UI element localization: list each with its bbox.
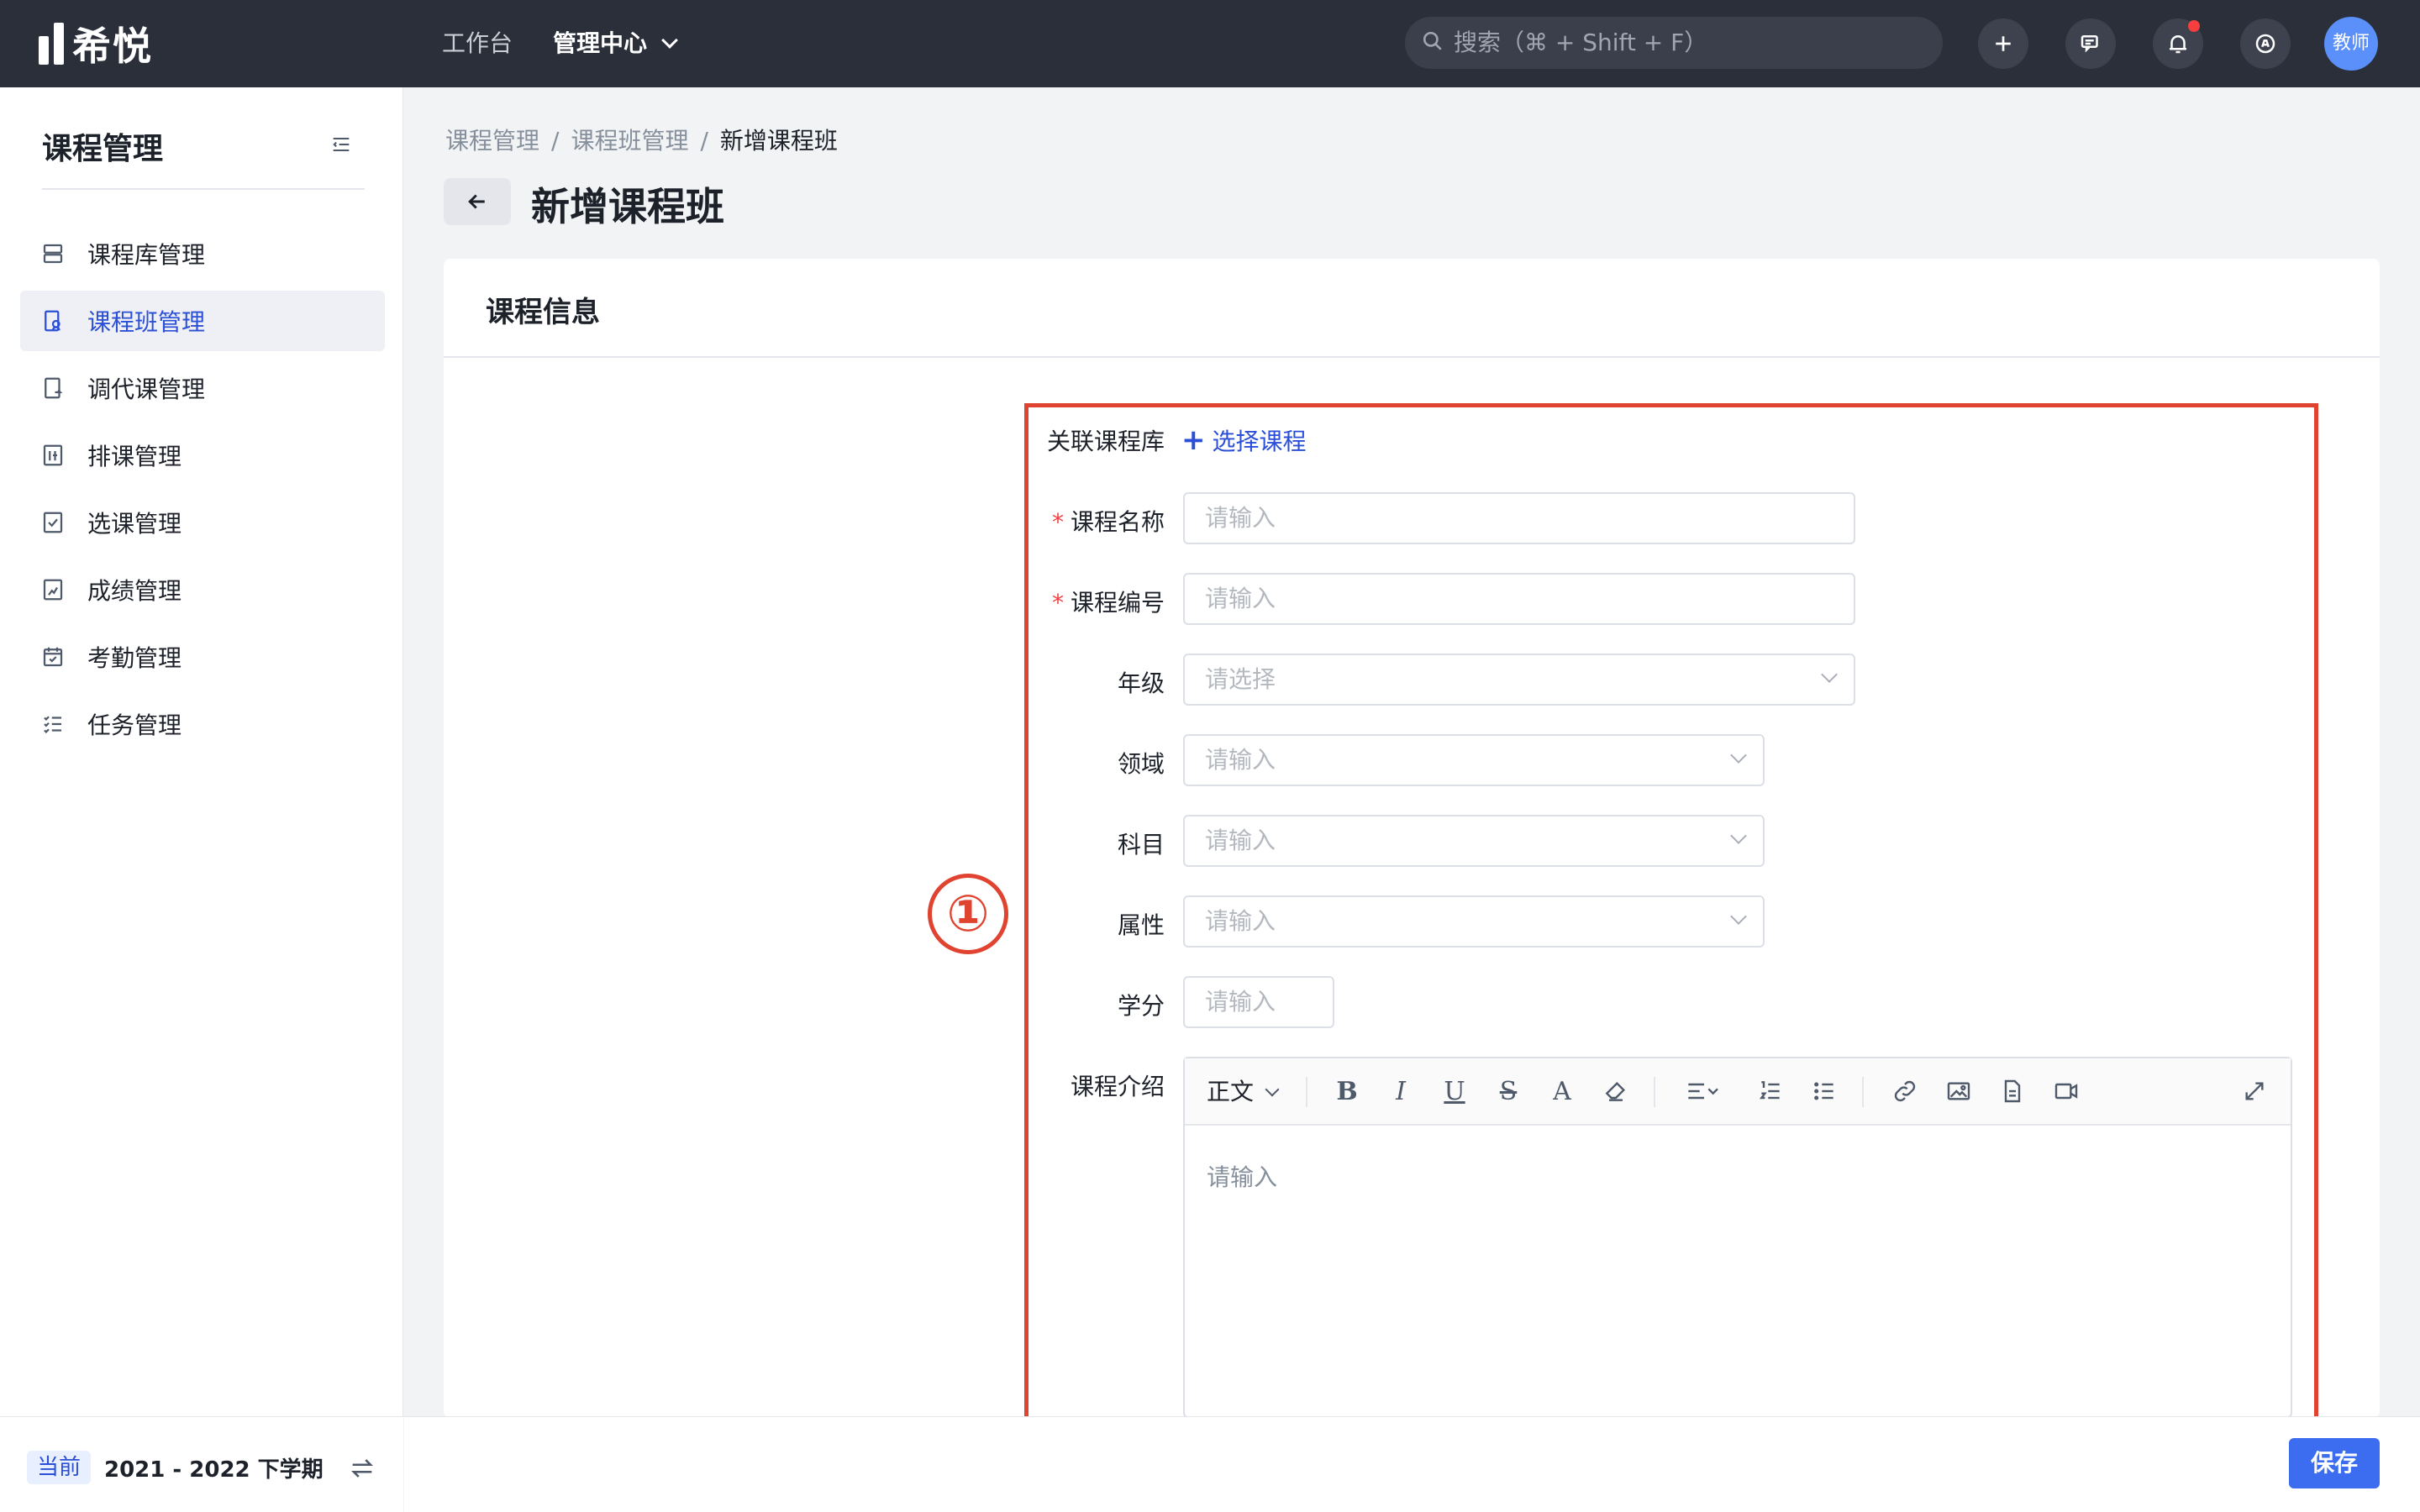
nav-workbench[interactable]: 工作台 bbox=[442, 24, 513, 64]
list-icon bbox=[43, 244, 63, 264]
sidebar-item-course-library[interactable]: 课程库管理 bbox=[20, 223, 385, 284]
sidebar-item-label: 排课管理 bbox=[87, 443, 182, 470]
search-input[interactable]: 搜索（⌘ + Shift + F） bbox=[1405, 17, 1943, 69]
notification-dot bbox=[2188, 20, 2200, 32]
swap-doc-icon bbox=[45, 377, 63, 399]
search-placeholder: 搜索（⌘ + Shift + F） bbox=[1454, 29, 1708, 56]
save-button[interactable]: 保存 bbox=[2289, 1438, 2380, 1488]
sidebar-item-substitute[interactable]: 调代课管理 bbox=[20, 358, 385, 418]
sidebar-title: 课程管理 bbox=[42, 132, 164, 166]
task-icon bbox=[44, 716, 61, 733]
nav-management-center[interactable]: 管理中心 bbox=[553, 24, 678, 64]
sidebar-item-label: 选课管理 bbox=[87, 510, 182, 538]
breadcrumb-item[interactable]: 课程管理 bbox=[445, 127, 539, 155]
app-logo[interactable]: 希悦 bbox=[39, 20, 153, 69]
sidebar: 课程管理 课程库管理 课程班管理 调代课管理 排课管理 选课管理 成绩管理 考勤… bbox=[0, 87, 403, 1512]
schedule-icon bbox=[43, 444, 63, 466]
plus-icon bbox=[1996, 36, 2011, 51]
arrow-left-icon bbox=[468, 194, 485, 209]
sidebar-item-scheduling[interactable]: 排课管理 bbox=[20, 425, 385, 486]
sidebar-item-attendance[interactable]: 考勤管理 bbox=[20, 627, 385, 687]
message-icon bbox=[2081, 35, 2098, 53]
sidebar-divider bbox=[42, 188, 365, 190]
logo-mark-icon bbox=[39, 23, 64, 65]
term-badge: 当前 bbox=[27, 1451, 92, 1484]
class-icon bbox=[45, 310, 60, 332]
sidebar-item-tasks[interactable]: 任务管理 bbox=[20, 694, 385, 754]
sidebar-item-label: 课程班管理 bbox=[87, 308, 206, 336]
messages-button[interactable] bbox=[2065, 18, 2116, 69]
sidebar-item-label: 课程库管理 bbox=[87, 241, 206, 269]
notifications-button[interactable] bbox=[2153, 18, 2203, 69]
sidebar-item-label: 考勤管理 bbox=[87, 644, 182, 672]
breadcrumb-item[interactable]: 课程班管理 bbox=[571, 127, 688, 155]
sidebar-item-grades[interactable]: 成绩管理 bbox=[20, 559, 385, 620]
breadcrumb-current: 新增课程班 bbox=[719, 127, 838, 155]
chevron-down-icon bbox=[661, 32, 678, 49]
sidebar-item-course-class[interactable]: 课程班管理 bbox=[20, 291, 385, 351]
top-navbar: 希悦 工作台 管理中心 搜索（⌘ + Shift + F） 教师 bbox=[0, 0, 2420, 87]
term-selector: 当前 2021 - 2022 下学期 bbox=[0, 1416, 403, 1512]
annotation-highlight-box bbox=[1024, 403, 2318, 1423]
page-title: 新增课程班 bbox=[531, 184, 724, 229]
annotation-marker: ① bbox=[928, 874, 1008, 954]
collapse-menu-icon[interactable] bbox=[329, 133, 353, 156]
grade-icon bbox=[43, 579, 63, 601]
compass-icon bbox=[2255, 34, 2275, 54]
sidebar-item-course-selection[interactable]: 选课管理 bbox=[20, 492, 385, 553]
sidebar-item-label: 成绩管理 bbox=[87, 577, 182, 605]
switch-icon[interactable] bbox=[348, 1454, 376, 1483]
apps-button[interactable] bbox=[2240, 18, 2291, 69]
avatar[interactable]: 教师 bbox=[2324, 17, 2378, 71]
card-title: 课程信息 bbox=[486, 296, 600, 329]
breadcrumb: 课程管理 / 课程班管理 / 新增课程班 bbox=[445, 127, 838, 155]
term-text: 2021 - 2022 下学期 bbox=[104, 1457, 324, 1483]
card-divider bbox=[444, 356, 2380, 358]
bottom-action-bar bbox=[404, 1416, 2420, 1512]
sidebar-item-label: 任务管理 bbox=[87, 711, 182, 739]
checkbox-icon bbox=[43, 512, 63, 533]
sidebar-item-label: 调代课管理 bbox=[87, 375, 206, 403]
search-icon bbox=[1423, 31, 1442, 50]
calendar-icon bbox=[43, 647, 63, 667]
bell-icon bbox=[2170, 35, 2186, 54]
logo-text: 希悦 bbox=[72, 24, 153, 69]
add-button[interactable] bbox=[1978, 18, 2028, 69]
nav-management-center-label: 管理中心 bbox=[553, 29, 648, 57]
back-button[interactable] bbox=[444, 178, 511, 225]
